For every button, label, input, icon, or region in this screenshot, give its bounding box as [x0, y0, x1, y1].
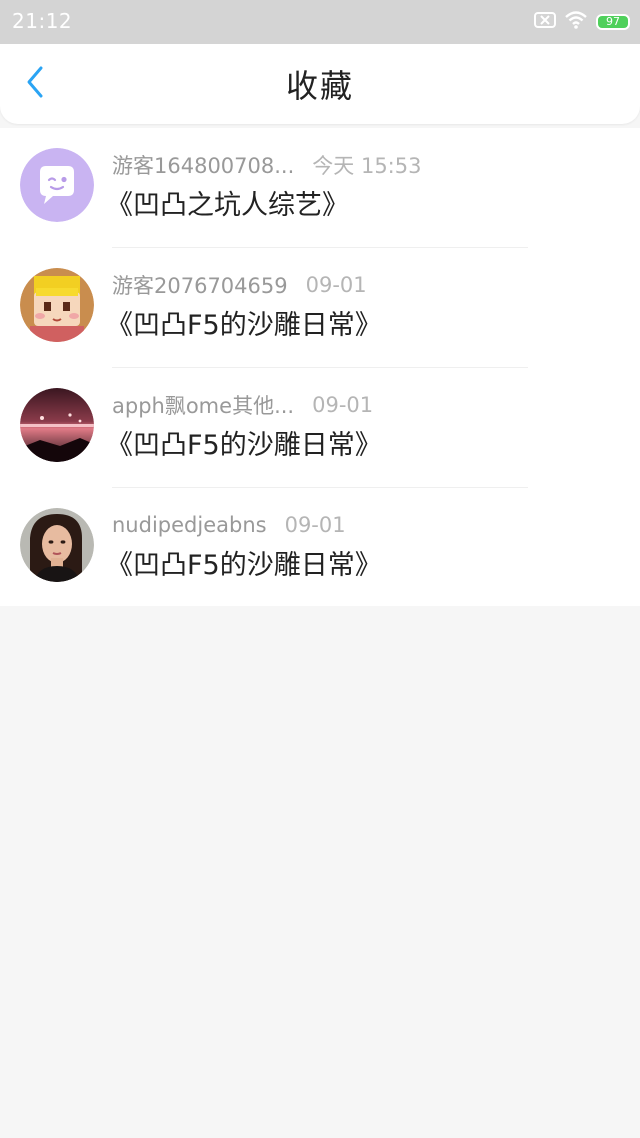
item-username: 游客2076704659 — [112, 274, 288, 298]
nav-bar: 收藏 — [0, 44, 640, 124]
item-time: 09-01 — [284, 513, 346, 537]
battery-icon: 97 — [596, 14, 630, 30]
item-time: 今天 15:53 — [312, 154, 422, 178]
item-meta: nudipedjeabns 09-01 — [112, 511, 346, 539]
favorite-item[interactable]: 游客2076704659 09-01 《凹凸F5的沙雕日常》 — [0, 248, 640, 368]
avatar[interactable] — [20, 508, 94, 582]
page-title: 收藏 — [285, 67, 354, 105]
avatar[interactable] — [20, 148, 94, 222]
avatar[interactable] — [20, 388, 94, 462]
item-meta: 游客2076704659 09-01 — [112, 271, 367, 299]
item-meta: 游客164800708... 今天 15:53 — [112, 151, 421, 179]
battery-level: 97 — [606, 15, 620, 28]
wifi-icon — [564, 10, 588, 34]
item-time: 09-01 — [305, 273, 367, 297]
avatar[interactable] — [20, 268, 94, 342]
status-icons: 97 — [534, 10, 630, 34]
favorite-item[interactable]: nudipedjeabns 09-01 《凹凸F5的沙雕日常》 — [0, 488, 640, 608]
item-time: 09-01 — [312, 393, 374, 417]
item-meta: apph飘ome其他... 09-01 — [112, 391, 373, 419]
item-title[interactable]: 《凹凸F5的沙雕日常》 — [106, 428, 382, 464]
item-title[interactable]: 《凹凸之坑人综艺》 — [106, 188, 349, 224]
favorite-item[interactable]: 游客164800708... 今天 15:53 《凹凸之坑人综艺》 — [0, 128, 640, 248]
favorites-list: 游客164800708... 今天 15:53 《凹凸之坑人综艺》 游客2076… — [0, 128, 640, 606]
item-username: apph飘ome其他... — [112, 394, 295, 418]
sim-x-icon — [534, 11, 556, 33]
favorite-item[interactable]: apph飘ome其他... 09-01 《凹凸F5的沙雕日常》 — [0, 368, 640, 488]
status-time: 21:12 — [12, 9, 73, 33]
item-username: nudipedjeabns — [112, 513, 267, 537]
item-title[interactable]: 《凹凸F5的沙雕日常》 — [106, 548, 382, 584]
status-bar: 21:12 97 — [0, 0, 640, 44]
item-username: 游客164800708... — [112, 154, 295, 178]
item-title[interactable]: 《凹凸F5的沙雕日常》 — [106, 308, 382, 344]
